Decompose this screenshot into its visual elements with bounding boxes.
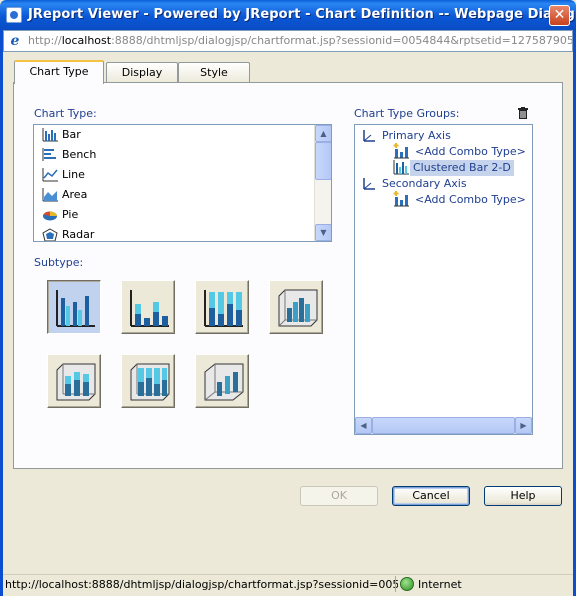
list-item-label: Radar [62,228,95,241]
chart-type-scrollbar[interactable]: ▲ ▼ [314,125,331,241]
add-combo-icon [393,143,409,159]
scroll-down-button[interactable]: ▼ [315,224,331,241]
percent-bar-icon [204,290,243,327]
close-button[interactable]: ✕ [549,5,570,26]
bar-3d-depth-icon [204,363,244,401]
subtype-clustered-bar-button[interactable] [47,280,101,334]
scroll-up-button[interactable]: ▲ [315,125,331,142]
window-title: JReport Viewer - Powered by JReport - Ch… [28,7,575,22]
subtype-3d-percent-bar-button[interactable] [121,354,175,408]
pie-chart-icon [42,208,58,222]
address-bar: e http://localhost:8888/dhtmljsp/dialogj… [3,30,573,52]
list-item-label: Line [62,168,85,181]
axis-icon [363,178,375,190]
tree-node-secondary-axis[interactable]: Secondary Axis [382,176,467,192]
clustered-bar-small-icon [393,160,409,175]
subtype-percent-bar-button[interactable] [195,280,249,334]
list-item-label: Pie [62,208,79,221]
scroll-thumb[interactable] [315,142,331,180]
line-chart-icon [42,168,58,182]
area-chart-icon [42,188,58,202]
zone-text: Internet [418,578,462,591]
status-bar: http://localhost:8888/dhtmljsp/dialogjsp… [3,574,573,593]
subtype-3d-bar-button[interactable] [195,354,249,408]
list-item-label: Bench [62,148,97,161]
chart-type-groups-tree[interactable]: Primary Axis <Add Combo Type> Clustered … [354,124,533,435]
list-item-bar[interactable]: Bar [42,125,81,145]
list-item-pie[interactable]: Pie [42,205,78,225]
scroll-right-button[interactable]: ▶ [515,417,532,434]
tree-node-clustered-bar[interactable]: Clustered Bar 2-D [410,160,514,176]
bar-chart-icon [42,128,58,142]
tree-node-add-combo-secondary[interactable]: <Add Combo Type> [415,192,526,208]
radar-chart-icon [42,228,58,241]
list-item-bench[interactable]: Bench [42,145,96,165]
clustered-bar-icon [56,290,95,327]
bench-chart-icon [42,148,58,162]
add-combo-icon [393,191,409,207]
tab-style[interactable]: Style [178,62,250,83]
ie-page-icon: e [10,33,20,49]
tree-horizontal-scrollbar[interactable]: ◀ ▶ [355,417,532,434]
scroll-thumb[interactable] [372,417,515,434]
tab-chart-type[interactable]: Chart Type [14,60,104,84]
status-separator [395,576,396,592]
stacked-bar-3d-icon [56,363,96,401]
list-item-line[interactable]: Line [42,165,85,185]
subtype-3d-stacked-bar-button[interactable] [47,354,101,408]
chart-type-listbox[interactable]: Bar Bench Line Area Pie Radar ▲ ▼ [33,124,332,242]
stacked-bar-icon [130,290,169,327]
scroll-left-button[interactable]: ◀ [355,417,372,434]
cancel-button[interactable]: Cancel [392,486,470,506]
list-item-label: Bar [62,128,81,141]
subtype-label: Subtype: [34,256,84,269]
app-icon [6,7,22,23]
trash-icon[interactable] [517,107,529,119]
internet-zone-icon [400,577,414,591]
percent-bar-3d-icon [130,363,170,401]
subtype-stacked-bar-button[interactable] [121,280,175,334]
address-url: http://localhost:8888/dhtmljsp/dialogjsp… [28,34,572,47]
tree-node-primary-axis[interactable]: Primary Axis [382,128,451,144]
list-item-label: Area [62,188,88,201]
list-item-area[interactable]: Area [42,185,87,205]
list-item-radar[interactable]: Radar [42,225,95,241]
tree-node-add-combo-primary[interactable]: <Add Combo Type> [415,144,526,160]
tab-display[interactable]: Display [106,62,178,83]
ok-button[interactable]: OK [300,486,378,506]
help-button[interactable]: Help [484,486,562,506]
chart-type-label: Chart Type: [34,107,97,120]
axis-icon [363,130,375,142]
chart-type-groups-label: Chart Type Groups: [354,107,460,120]
title-bar: JReport Viewer - Powered by JReport - Ch… [0,0,576,30]
bar-3d-icon [278,289,318,327]
subtype-3d-clustered-bar-button[interactable] [269,280,323,334]
status-text: http://localhost:8888/dhtmljsp/dialogjsp… [5,578,398,591]
window-frame-left [0,30,3,596]
